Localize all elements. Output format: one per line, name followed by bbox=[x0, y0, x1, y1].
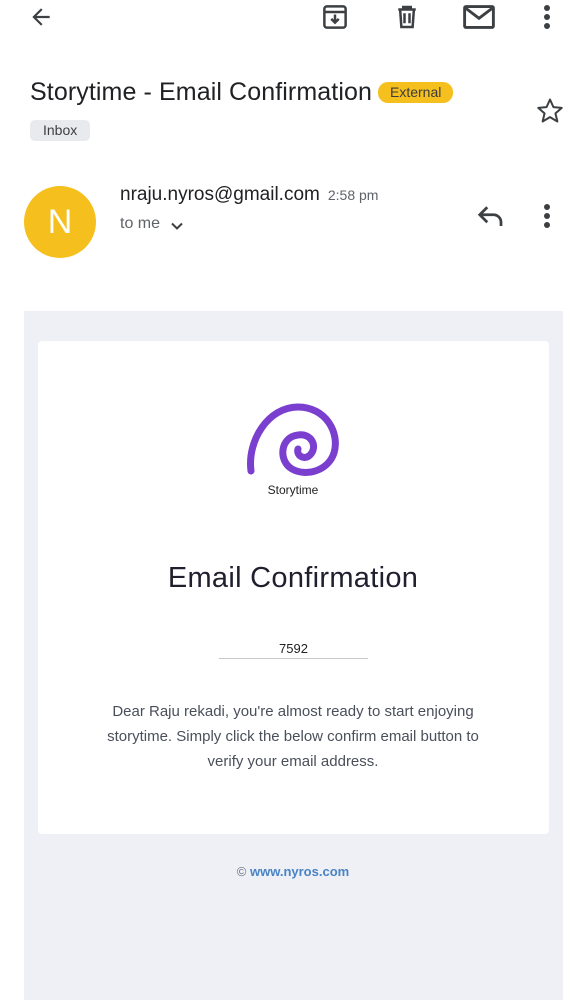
back-button[interactable] bbox=[26, 0, 56, 34]
reply-button[interactable] bbox=[476, 203, 506, 234]
copyright-symbol: © bbox=[236, 864, 250, 879]
message-more-button[interactable] bbox=[543, 202, 551, 235]
delete-button[interactable] bbox=[391, 0, 423, 34]
reply-icon bbox=[477, 206, 503, 226]
star-button[interactable] bbox=[535, 96, 565, 131]
recipient-label: to me bbox=[120, 215, 161, 232]
mark-unread-button[interactable] bbox=[461, 0, 497, 34]
recipient-details-toggle[interactable]: to me bbox=[120, 215, 184, 233]
confirmation-code: 7592 bbox=[219, 641, 368, 659]
sender-email[interactable]: nraju.nyros@gmail.com bbox=[120, 184, 320, 206]
star-outline-icon bbox=[537, 98, 563, 123]
sender-row: nraju.nyros@gmail.com 2:58 pm bbox=[120, 184, 378, 206]
external-badge: External bbox=[377, 82, 454, 103]
more-vert-icon bbox=[544, 204, 550, 228]
subject-row: Storytime - Email Confirmation External bbox=[30, 78, 454, 107]
archive-button[interactable] bbox=[319, 0, 351, 34]
archive-icon bbox=[323, 5, 347, 29]
email-subject: Storytime - Email Confirmation bbox=[30, 78, 372, 106]
email-footer: © www.nyros.com bbox=[0, 864, 586, 879]
chevron-down-icon bbox=[171, 222, 183, 230]
avatar[interactable]: N bbox=[24, 186, 96, 258]
spiral-logo-icon bbox=[247, 403, 339, 476]
brand-name: Storytime bbox=[267, 483, 319, 497]
trash-icon bbox=[398, 5, 416, 29]
toolbar-more-button[interactable] bbox=[537, 0, 557, 34]
storytime-logo bbox=[246, 401, 342, 482]
arrow-left-icon bbox=[32, 8, 50, 26]
mail-icon bbox=[463, 5, 495, 29]
more-vert-icon bbox=[544, 5, 550, 29]
inbox-label-chip[interactable]: Inbox bbox=[30, 120, 91, 141]
message-time: 2:58 pm bbox=[327, 187, 379, 203]
top-toolbar bbox=[0, 0, 586, 36]
email-headline: Email Confirmation bbox=[167, 562, 419, 594]
email-paragraph: Dear Raju rekadi, you're almost ready to… bbox=[107, 703, 479, 770]
footer-link[interactable]: www.nyros.com bbox=[250, 864, 349, 879]
